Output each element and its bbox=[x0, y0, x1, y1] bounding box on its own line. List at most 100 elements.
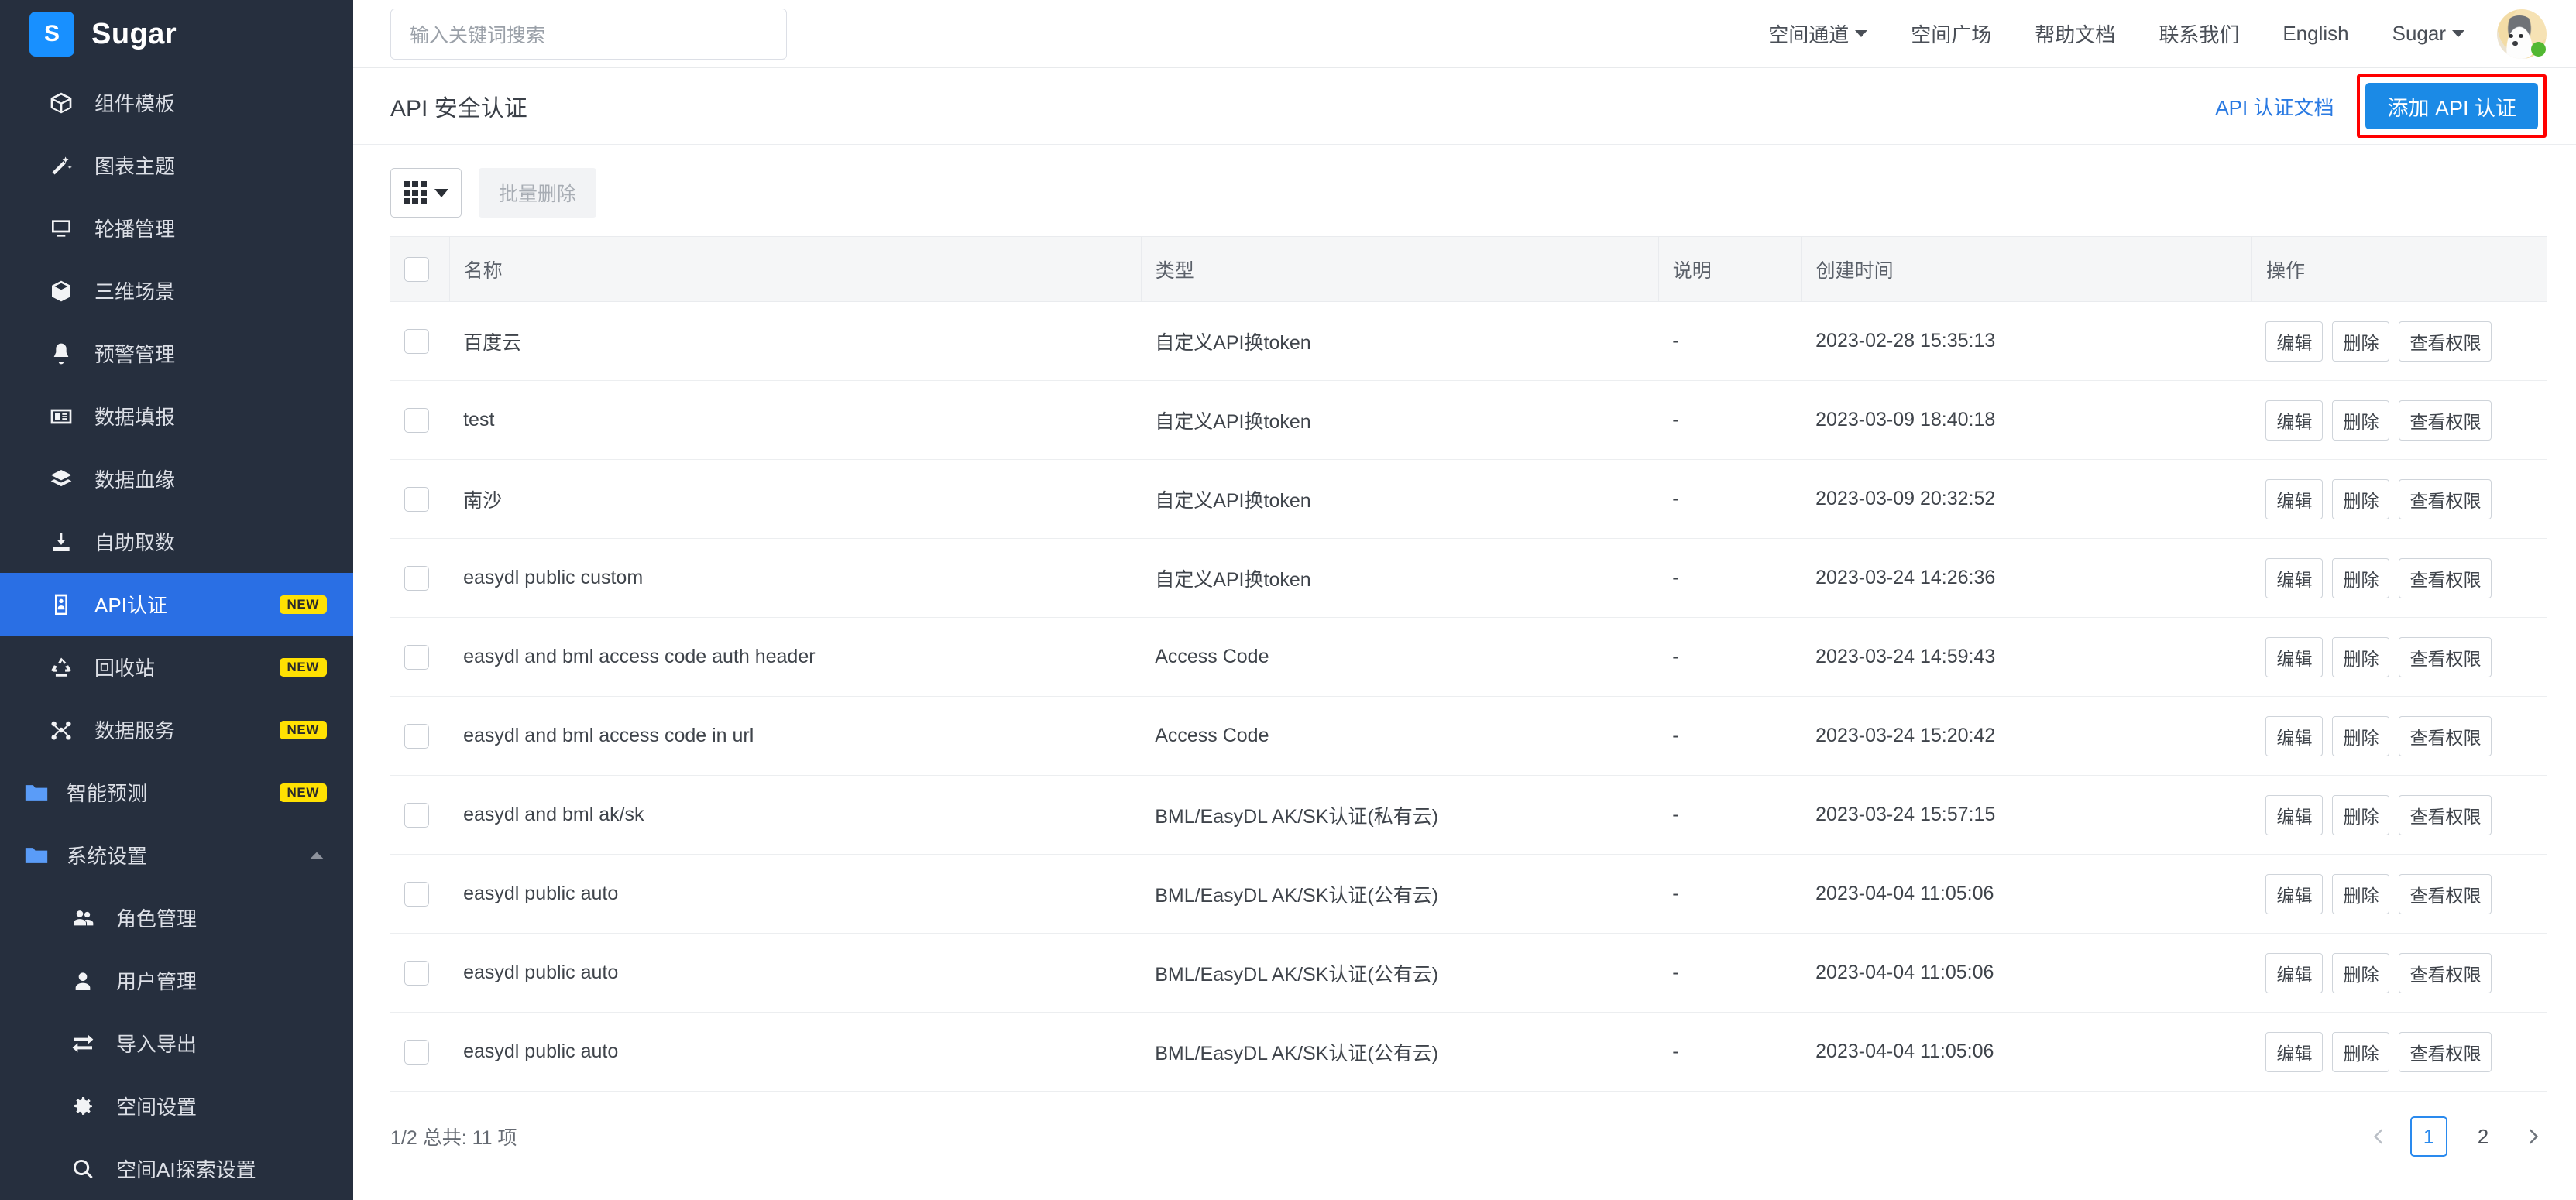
row-checkbox[interactable] bbox=[404, 1039, 429, 1065]
table-row: 百度云 自定义API换token -2023-02-28 15:35:13 编辑 删除查… bbox=[390, 301, 2547, 381]
view-permission-button[interactable]: 查看权限 bbox=[2399, 715, 2492, 756]
chevron-down-icon bbox=[2452, 30, 2464, 37]
api-doc-link[interactable]: API 认证文档 bbox=[2215, 92, 2334, 121]
view-permission-button[interactable]: 查看权限 bbox=[2399, 478, 2492, 519]
delete-button[interactable]: 删除 bbox=[2332, 952, 2390, 993]
sidebar-item-13[interactable]: 角色管理 bbox=[0, 886, 353, 949]
row-checkbox[interactable] bbox=[404, 644, 429, 670]
search-input[interactable]: 输入关键词搜索 bbox=[390, 8, 787, 60]
top-bar: 输入关键词搜索 空间通道 空间广场 帮助文档 联系我们 English Sugar bbox=[353, 0, 2576, 68]
cell-created: 2023-03-24 14:59:43 bbox=[1801, 617, 2252, 697]
delete-button[interactable]: 删除 bbox=[2332, 794, 2390, 835]
delete-button[interactable]: 删除 bbox=[2332, 1031, 2390, 1072]
sidebar-item-9[interactable]: 回收站 NEW bbox=[0, 636, 353, 698]
cell-ops: 编辑 删除 查看权限 bbox=[2251, 775, 2547, 855]
cell-desc: - bbox=[1658, 775, 1802, 855]
cell-created: 2023-03-09 20:32:52 bbox=[1801, 459, 2252, 539]
view-permission-button[interactable]: 查看权限 bbox=[2399, 873, 2492, 914]
sidebar-item-16[interactable]: 空间设置 bbox=[0, 1075, 353, 1137]
add-api-auth-button[interactable]: 添加 API 认证 bbox=[2365, 83, 2538, 129]
edit-button[interactable]: 编辑 bbox=[2265, 557, 2324, 598]
view-permission-button[interactable]: 查看权限 bbox=[2399, 1031, 2492, 1072]
chevron-up-icon[interactable] bbox=[307, 845, 327, 866]
edit-button[interactable]: 编辑 bbox=[2265, 636, 2324, 677]
row-checkbox[interactable] bbox=[404, 960, 429, 986]
delete-button[interactable]: 删除 bbox=[2332, 873, 2390, 914]
sidebar-item-1[interactable]: 图表主题 bbox=[0, 134, 353, 197]
sidebar-item-2[interactable]: 轮播管理 bbox=[0, 197, 353, 259]
cell-type: 自定义API换token bbox=[1141, 301, 1659, 381]
view-permission-button[interactable]: 查看权限 bbox=[2399, 794, 2492, 835]
delete-button[interactable]: 删除 bbox=[2332, 399, 2390, 441]
users-icon bbox=[70, 905, 96, 931]
delete-button[interactable]: 删除 bbox=[2332, 478, 2390, 519]
edit-button[interactable]: 编辑 bbox=[2265, 952, 2324, 993]
top-nav-label: 空间广场 bbox=[1911, 23, 1992, 46]
row-checkbox[interactable] bbox=[404, 802, 429, 828]
delete-button[interactable]: 删除 bbox=[2332, 557, 2390, 598]
grid-view-button[interactable] bbox=[390, 168, 462, 218]
sidebar-item-3[interactable]: 三维场景 bbox=[0, 259, 353, 322]
cell-created: 2023-03-24 14:26:36 bbox=[1801, 538, 2252, 618]
edit-button[interactable]: 编辑 bbox=[2265, 794, 2324, 835]
sidebar-item-15[interactable]: 导入导出 bbox=[0, 1012, 353, 1075]
sidebar-item-7[interactable]: 自助取数 bbox=[0, 510, 353, 573]
sidebar-item-10[interactable]: 数据服务 NEW bbox=[0, 698, 353, 761]
toolbar: 批量删除 bbox=[390, 145, 2547, 236]
batch-delete-button[interactable]: 批量删除 bbox=[479, 168, 597, 218]
view-permission-button[interactable]: 查看权限 bbox=[2399, 321, 2492, 362]
cube-solid-icon bbox=[48, 278, 74, 304]
view-permission-button[interactable]: 查看权限 bbox=[2399, 952, 2492, 993]
row-checkbox[interactable] bbox=[404, 328, 429, 354]
top-nav-item-5[interactable]: Sugar bbox=[2371, 22, 2486, 46]
view-permission-button[interactable]: 查看权限 bbox=[2399, 557, 2492, 598]
edit-button[interactable]: 编辑 bbox=[2265, 321, 2324, 362]
next-page-button[interactable] bbox=[2519, 1123, 2547, 1150]
sidebar-item-label: 三维场景 bbox=[94, 280, 176, 303]
top-nav-item-4[interactable]: English bbox=[2261, 22, 2370, 46]
edit-button[interactable]: 编辑 bbox=[2265, 478, 2324, 519]
sidebar-item-11[interactable]: 智能预测 NEW bbox=[0, 761, 353, 824]
prev-page-button[interactable] bbox=[2365, 1123, 2393, 1150]
select-all-checkbox[interactable] bbox=[404, 256, 429, 282]
top-nav-item-2[interactable]: 帮助文档 bbox=[2013, 19, 2137, 48]
sidebar-item-14[interactable]: 用户管理 bbox=[0, 949, 353, 1012]
sidebar-item-0[interactable]: 组件模板 bbox=[0, 71, 353, 134]
row-checkbox[interactable] bbox=[404, 486, 429, 512]
sidebar-item-4[interactable]: 预警管理 bbox=[0, 322, 353, 385]
view-permission-button[interactable]: 查看权限 bbox=[2399, 636, 2492, 677]
brand[interactable]: S Sugar bbox=[0, 0, 353, 68]
edit-button[interactable]: 编辑 bbox=[2265, 1031, 2324, 1072]
row-checkbox[interactable] bbox=[404, 723, 429, 749]
cell-name: 百度云 bbox=[449, 301, 1142, 381]
row-checkbox[interactable] bbox=[404, 565, 429, 591]
sidebar-item-label: 轮播管理 bbox=[94, 218, 176, 241]
top-nav-item-0[interactable]: 空间通道 bbox=[1747, 19, 1889, 48]
cell-name: test bbox=[449, 380, 1142, 460]
delete-button[interactable]: 删除 bbox=[2332, 715, 2390, 756]
edit-button[interactable]: 编辑 bbox=[2265, 715, 2324, 756]
row-checkbox[interactable] bbox=[404, 407, 429, 433]
edit-button[interactable]: 编辑 bbox=[2265, 873, 2324, 914]
delete-button[interactable]: 删除 bbox=[2332, 321, 2390, 362]
delete-button[interactable]: 删除 bbox=[2332, 636, 2390, 677]
cell-ops: 编辑 删除 查看权限 bbox=[2251, 301, 2547, 381]
avatar-wrapper[interactable] bbox=[2486, 9, 2547, 59]
row-checkbox[interactable] bbox=[404, 881, 429, 907]
sidebar-item-17[interactable]: 空间AI探索设置 bbox=[0, 1137, 353, 1200]
edit-button[interactable]: 编辑 bbox=[2265, 399, 2324, 441]
table-row: 南沙 自定义API换token -2023-03-09 20:32:52 编辑 删除 查看… bbox=[390, 459, 2547, 539]
sidebar-item-5[interactable]: 数据填报 bbox=[0, 385, 353, 447]
sidebar-item-6[interactable]: 数据血缘 bbox=[0, 447, 353, 510]
top-nav-item-1[interactable]: 空间广场 bbox=[1889, 19, 2013, 48]
total-count-text: 1/2 总共: 11 项 bbox=[390, 1127, 517, 1149]
online-status-dot bbox=[2531, 41, 2546, 57]
view-permission-button[interactable]: 查看权限 bbox=[2399, 399, 2492, 441]
page-number-1[interactable]: 1 bbox=[2410, 1116, 2447, 1157]
nodes-icon bbox=[48, 717, 74, 743]
page-number-2[interactable]: 2 bbox=[2464, 1116, 2502, 1157]
sidebar-item-12[interactable]: 系统设置 bbox=[0, 824, 353, 886]
row-select-cell bbox=[390, 617, 450, 697]
sidebar-item-8[interactable]: API认证 NEW bbox=[0, 573, 353, 636]
top-nav-item-3[interactable]: 联系我们 bbox=[2137, 19, 2261, 48]
